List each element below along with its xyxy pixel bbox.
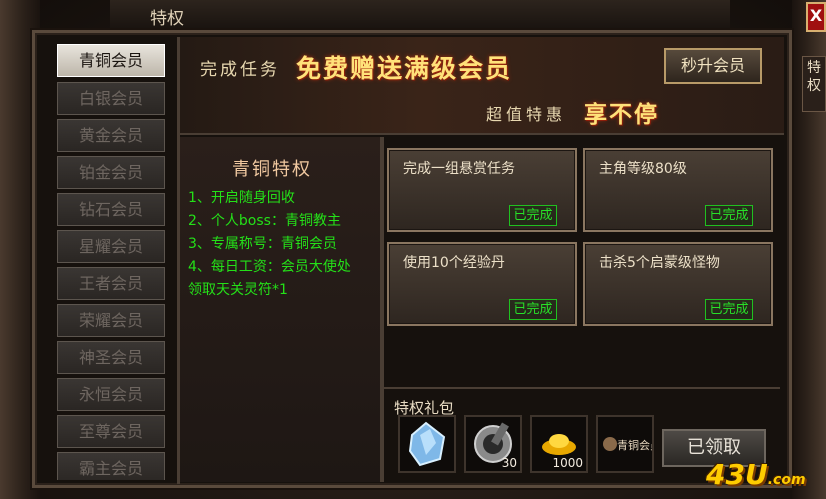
title-badge-text: 青铜会员 — [617, 438, 652, 452]
privilege-line: 4、每日工资：会员大使处 — [188, 259, 351, 275]
gift-slot[interactable]: 1000 — [530, 415, 588, 473]
task-text: 主角等级80级 — [599, 161, 687, 177]
task-status-badge: 已完成 — [509, 299, 557, 320]
task-text: 击杀5个启蒙级怪物 — [599, 255, 720, 271]
sidebar-item-eternal[interactable]: 永恒会员 — [57, 378, 165, 411]
gift-slot[interactable] — [398, 415, 456, 473]
window-title: 特权 — [150, 9, 184, 29]
task-status-badge: 已完成 — [705, 205, 753, 226]
sidebar-item-king[interactable]: 王者会员 — [57, 267, 165, 300]
sidebar-item-bronze[interactable]: 青铜会员 — [57, 44, 165, 77]
sidebar-item-platinum[interactable]: 铂金会员 — [57, 156, 165, 189]
privilege-line: 3、专属称号：青铜会员 — [188, 236, 337, 252]
banner-line2-highlight: 享不停 — [584, 102, 659, 128]
member-tier-sidebar: 青铜会员 白银会员 黄金会员 铂金会员 钻石会员 星耀会员 王者会员 荣耀会员 … — [50, 40, 172, 480]
side-tab-privilege[interactable]: 特权 — [802, 56, 826, 112]
task-text: 使用10个经验丹 — [403, 255, 505, 271]
gift-slot[interactable]: 30 — [464, 415, 522, 473]
banner-line1-prefix: 完成任务 — [200, 60, 280, 80]
task-card: 主角等级80级 已完成 — [583, 148, 773, 232]
sidebar-item-sacred[interactable]: 神圣会员 — [57, 341, 165, 374]
task-status-badge: 已完成 — [705, 299, 753, 320]
sidebar-item-glory[interactable]: 荣耀会员 — [57, 304, 165, 337]
site-watermark-logo: 43U.com — [706, 458, 806, 491]
task-status-badge: 已完成 — [509, 205, 557, 226]
item-count: 1000 — [552, 456, 583, 470]
bronze-title-icon: 青铜会员 — [603, 437, 661, 452]
title-bar — [110, 0, 730, 30]
task-card: 使用10个经验丹 已完成 — [387, 242, 577, 326]
crystal-icon — [408, 421, 446, 467]
privilege-line: 领取天关灵符*1 — [188, 282, 288, 298]
task-card: 击杀5个启蒙级怪物 已完成 — [583, 242, 773, 326]
privilege-line: 2、个人boss：青铜教主 — [188, 213, 341, 229]
banner-line2-prefix: 超值特惠 — [486, 105, 567, 124]
task-text: 完成一组悬赏任务 — [403, 161, 515, 177]
item-count: 30 — [501, 456, 517, 470]
sidebar-item-star[interactable]: 星耀会员 — [57, 230, 165, 263]
task-card: 完成一组悬赏任务 已完成 — [387, 148, 577, 232]
sidebar-item-silver[interactable]: 白银会员 — [57, 82, 165, 115]
watermark-text: 43U — [706, 458, 768, 491]
instant-upgrade-button[interactable]: 秒升会员 — [664, 48, 762, 84]
privilege-line: 1、开启随身回收 — [188, 190, 295, 206]
sidebar-item-supreme[interactable]: 至尊会员 — [57, 415, 165, 448]
promo-banner: 完成任务 免费赠送满级会员 超值特惠 享不停 秒升会员 — [180, 37, 784, 135]
watermark-suffix: .com — [767, 472, 806, 488]
privilege-title: 青铜特权 — [232, 159, 312, 180]
sidebar-item-gold[interactable]: 黄金会员 — [57, 119, 165, 152]
privilege-panel: 青铜特权 1、开启随身回收 2、个人boss：青铜教主 3、专属称号：青铜会员 … — [180, 137, 380, 482]
sidebar-item-diamond[interactable]: 钻石会员 — [57, 193, 165, 226]
privilege-window: 特权 X 特权 青铜会员 白银会员 黄金会员 铂金会员 钻石会员 星耀会员 王者… — [0, 0, 826, 499]
banner-line1-highlight: 免费赠送满级会员 — [296, 54, 513, 83]
sidebar-item-overlord[interactable]: 霸主会员 — [57, 452, 165, 480]
gift-slot[interactable]: 青铜会员 — [596, 415, 661, 473]
close-button[interactable]: X — [806, 2, 826, 32]
